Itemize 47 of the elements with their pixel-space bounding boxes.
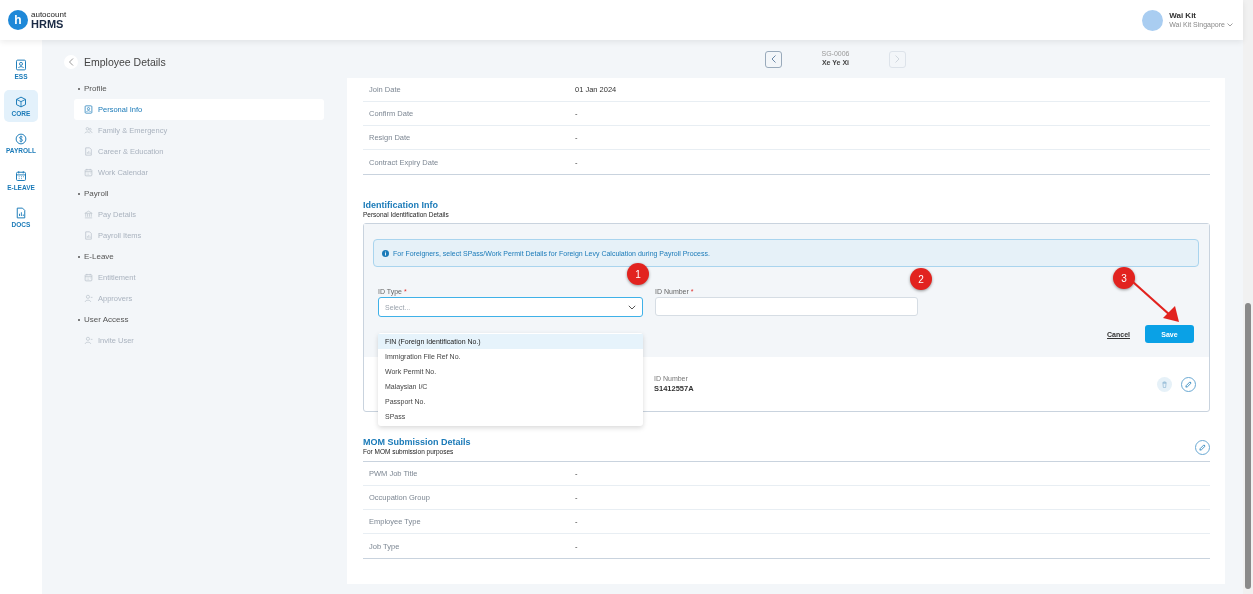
scrollbar[interactable] — [1243, 0, 1253, 594]
input-field[interactable] — [655, 297, 918, 316]
person-icon — [84, 294, 93, 303]
id-card-icon — [84, 105, 93, 114]
delete-button[interactable] — [1157, 376, 1172, 392]
logo-mark: h — [8, 10, 28, 30]
document-icon — [15, 206, 27, 219]
bank-icon — [84, 210, 93, 219]
document-icon — [84, 231, 93, 240]
chevron-down-icon — [628, 304, 636, 310]
user-name: Wai Kit — [1169, 11, 1198, 21]
step-marker: 3 — [1113, 267, 1135, 289]
nav-group-label: Payroll — [84, 189, 109, 198]
product-name: HRMS — [31, 18, 65, 30]
previous-button[interactable] — [765, 50, 782, 68]
scrollbar-thumb[interactable] — [1245, 303, 1251, 589]
nav-group-label: Profile — [84, 84, 107, 93]
nav-group-label: E-Leave — [84, 252, 114, 261]
section-title: Identification Info — [363, 200, 439, 210]
calendar-icon — [15, 169, 27, 182]
cube-icon — [15, 95, 27, 108]
edit-button[interactable] — [1195, 440, 1210, 455]
trash-icon — [1161, 380, 1168, 388]
brand-name: autocount — [31, 10, 67, 19]
arrow-annotation — [1131, 280, 1181, 324]
pencil-icon — [1199, 444, 1206, 451]
dollar-icon — [15, 132, 27, 145]
chevron-right-icon — [895, 55, 900, 63]
chevron-left-icon — [771, 55, 776, 63]
back-button[interactable] — [64, 55, 78, 69]
page-title: Employee Details — [84, 56, 166, 68]
document-icon — [84, 147, 93, 156]
chevron-left-icon — [68, 58, 74, 66]
section-title: MOM Submission Details — [363, 437, 471, 447]
person-icon — [84, 336, 93, 345]
pencil-icon — [1185, 380, 1192, 388]
calendar-icon — [84, 273, 93, 282]
people-icon — [84, 126, 93, 135]
step-marker: 1 — [627, 263, 649, 285]
calendar-icon — [84, 168, 93, 177]
avatar[interactable] — [1142, 9, 1164, 31]
id-card-icon — [15, 58, 27, 71]
caret-icon — [1227, 22, 1233, 27]
info-icon — [382, 249, 389, 257]
edit-button[interactable] — [1181, 376, 1196, 392]
nav-group-label: User Access — [84, 315, 129, 324]
step-marker: 2 — [910, 268, 932, 290]
